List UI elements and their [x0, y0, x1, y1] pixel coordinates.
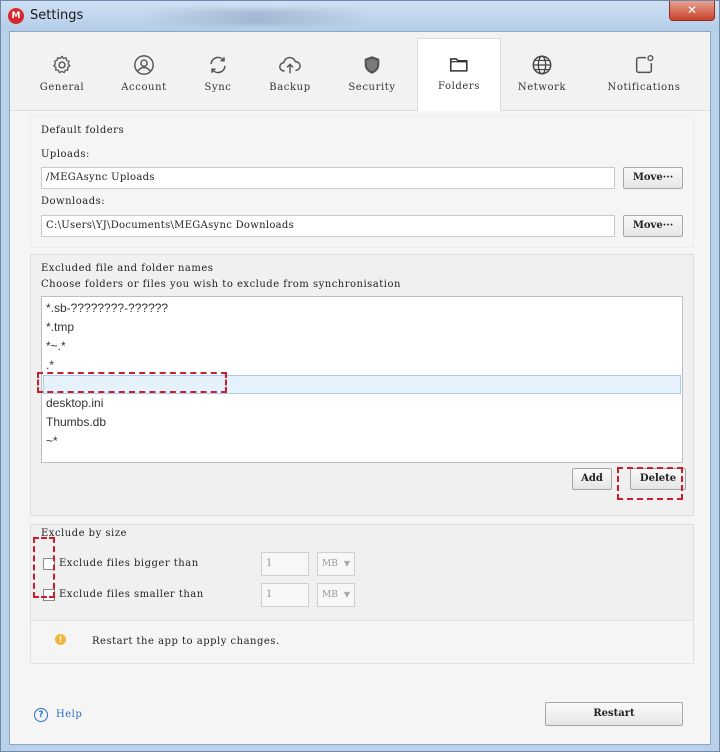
notification-icon — [635, 55, 654, 74]
tab-label: General — [39, 82, 85, 93]
folder-icon — [449, 58, 468, 72]
tab-label: Folders — [437, 81, 481, 92]
settings-toolbar: General Account Sync Backup Security Fol… — [10, 32, 710, 111]
help-link[interactable]: Help — [56, 709, 82, 720]
folders-panel: Default folders Uploads: /MEGAsync Uploa… — [10, 111, 710, 744]
tab-label: Notifications — [607, 82, 681, 93]
tab-backup[interactable]: Backup — [254, 40, 326, 110]
sync-icon — [210, 56, 226, 74]
downloads-label: Downloads: — [41, 196, 106, 207]
section-heading: Default folders — [41, 125, 125, 136]
exclude-smaller-label: Exclude files smaller than — [59, 589, 204, 600]
list-item[interactable]: *~.* — [46, 337, 680, 356]
unit-value: MB — [322, 559, 338, 569]
title-bar[interactable]: M Settings ✕ — [1, 1, 719, 31]
uploads-label: Uploads: — [41, 149, 90, 160]
highlight-selected-item — [37, 372, 227, 393]
chevron-down-icon: ▼ — [343, 590, 350, 599]
downloads-move-button[interactable]: Move··· — [623, 215, 683, 237]
highlight-delete-button — [617, 467, 683, 500]
highlight-size-checkboxes — [33, 537, 55, 598]
section-heading: Excluded file and folder names — [41, 263, 214, 274]
globe-icon — [532, 55, 552, 75]
tab-security[interactable]: Security — [332, 40, 412, 110]
list-item[interactable]: *.tmp — [46, 318, 680, 337]
warning-icon: ! — [55, 634, 66, 645]
list-item[interactable]: Thumbs.db — [46, 413, 680, 432]
account-icon — [134, 55, 154, 75]
window-title: Settings — [30, 8, 84, 23]
tab-sync[interactable]: Sync — [182, 40, 254, 110]
uploads-path-field[interactable]: /MEGAsync Uploads — [41, 167, 615, 189]
restart-button[interactable]: Restart — [545, 702, 683, 726]
mega-logo-icon: M — [8, 8, 24, 24]
blurred-background-text — [141, 9, 371, 25]
list-item[interactable]: ~* — [46, 432, 680, 451]
smaller-unit-select[interactable]: MB ▼ — [317, 583, 355, 607]
bigger-unit-select[interactable]: MB ▼ — [317, 552, 355, 576]
restart-notice: ! Restart the app to apply changes. — [30, 620, 694, 664]
unit-value: MB — [322, 590, 338, 600]
excluded-description: Choose folders or files you wish to excl… — [41, 279, 401, 290]
shield-icon — [364, 56, 380, 74]
help-icon[interactable]: ? — [34, 708, 48, 722]
add-button[interactable]: Add — [572, 468, 612, 490]
gear-icon — [53, 55, 71, 74]
cloud-upload-icon — [279, 56, 301, 74]
tab-notifications[interactable]: Notifications — [596, 40, 692, 110]
default-folders-section: Default folders Uploads: /MEGAsync Uploa… — [30, 115, 694, 248]
tab-general[interactable]: General — [24, 40, 100, 110]
tab-label: Network — [517, 82, 567, 93]
chevron-down-icon: ▼ — [343, 559, 350, 568]
tab-label: Backup — [269, 82, 311, 93]
bigger-size-input[interactable]: 1 — [261, 552, 309, 576]
tab-label: Security — [348, 82, 396, 93]
tab-label: Account — [121, 82, 167, 93]
close-icon: ✕ — [686, 3, 698, 17]
list-item[interactable]: desktop.ini — [46, 394, 680, 413]
uploads-move-button[interactable]: Move··· — [623, 167, 683, 189]
smaller-size-input[interactable]: 1 — [261, 583, 309, 607]
close-button[interactable]: ✕ — [669, 1, 715, 21]
restart-notice-text: Restart the app to apply changes. — [92, 636, 280, 647]
tab-label: Sync — [204, 82, 232, 93]
tab-account[interactable]: Account — [106, 40, 182, 110]
tab-folders[interactable]: Folders — [417, 38, 501, 111]
exclude-bigger-label: Exclude files bigger than — [59, 558, 199, 569]
downloads-path-field[interactable]: C:\Users\YJ\Documents\MEGAsync Downloads — [41, 215, 615, 237]
list-item[interactable]: *.sb-????????-?????? — [46, 299, 680, 318]
tab-network[interactable]: Network — [504, 40, 580, 110]
